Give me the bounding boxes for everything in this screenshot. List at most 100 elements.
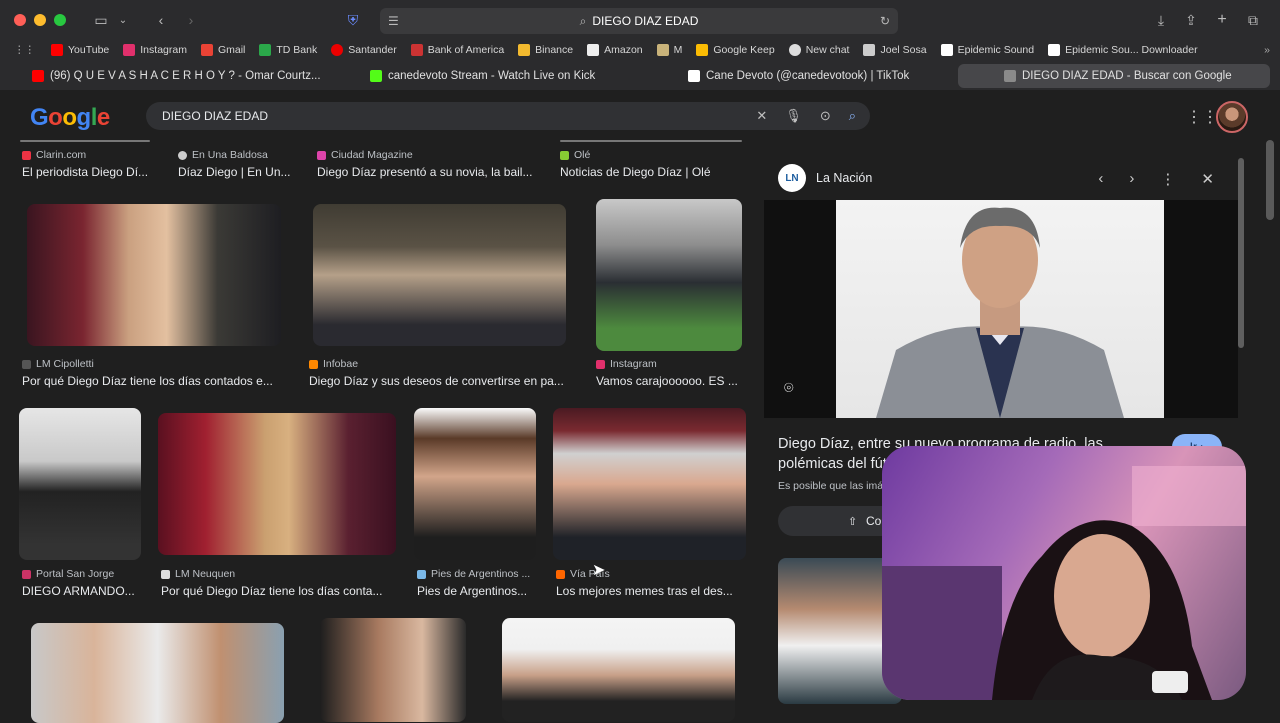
- bookmark-m[interactable]: M: [656, 44, 683, 56]
- result-image[interactable]: [320, 618, 466, 722]
- bookmark-youtube[interactable]: YouTube: [51, 44, 109, 56]
- instagram-icon: [596, 359, 605, 369]
- result-title[interactable]: Diego Díaz presentó a su novia, la bail.…: [317, 165, 547, 179]
- bookmark-gmail[interactable]: Gmail: [200, 44, 245, 56]
- result-title[interactable]: Diego Díaz y sus deseos de convertirse e…: [309, 374, 571, 388]
- search-icon[interactable]: ⌕: [849, 108, 856, 124]
- download-icon[interactable]: ⤓: [1150, 10, 1172, 30]
- result-image[interactable]: [27, 204, 281, 346]
- result-title[interactable]: Díaz Diego | En Un...: [178, 165, 298, 179]
- td-bank-icon: [259, 44, 272, 56]
- result-image[interactable]: [31, 623, 284, 723]
- bookmark-epidemic-downloader[interactable]: Epidemic Sou... Downloader: [1048, 44, 1198, 56]
- bookmark-new-chat[interactable]: New chat: [788, 44, 849, 56]
- chevron-right-icon[interactable]: ›: [1129, 170, 1134, 188]
- chevron-left-icon[interactable]: ‹: [1098, 170, 1103, 188]
- result-source: Portal San Jorge: [22, 568, 114, 580]
- search-input[interactable]: DIEGO DIAZ EDAD ✕ 🎙 ⊙ ⌕: [146, 102, 870, 130]
- result-title[interactable]: Vamos carajoooooo. ES ...: [596, 374, 746, 388]
- bookmark-epidemic-sound[interactable]: Epidemic Sound: [940, 44, 1034, 56]
- bookmark-joel-sosa[interactable]: Joel Sosa: [863, 44, 927, 56]
- google-logo[interactable]: Google: [30, 104, 110, 132]
- result-image[interactable]: [313, 204, 566, 346]
- new-tab-icon[interactable]: +: [1211, 10, 1233, 30]
- share-icon[interactable]: ⇪: [1180, 10, 1202, 30]
- close-icon[interactable]: ✕: [1201, 170, 1214, 188]
- result-image[interactable]: [414, 408, 536, 560]
- tab-kick[interactable]: canedevoto Stream - Watch Live on Kick: [330, 64, 650, 88]
- page-scrollbar[interactable]: [1266, 140, 1274, 220]
- bookmark-td-bank[interactable]: TD Bank: [259, 44, 317, 56]
- result-title[interactable]: Los mejores memes tras el des...: [556, 584, 746, 598]
- close-window-button[interactable]: [14, 14, 26, 26]
- lens-search-icon[interactable]: ⌾: [784, 380, 794, 398]
- panel-scrollbar[interactable]: [1238, 158, 1244, 348]
- via-pais-icon: [556, 569, 565, 579]
- address-bar[interactable]: ☰ ⌕ DIEGO DIAZ EDAD ↻: [380, 8, 898, 34]
- result-image[interactable]: [560, 140, 742, 142]
- bookmark-binance[interactable]: Binance: [518, 44, 573, 56]
- bookmark-label: Binance: [535, 44, 574, 56]
- grid-icon[interactable]: ⋮⋮: [14, 44, 35, 56]
- result-source: Olé: [560, 149, 590, 161]
- reload-icon[interactable]: ↻: [880, 14, 890, 28]
- result-title[interactable]: El periodista Diego Dí...: [22, 165, 162, 179]
- tab-label: DIEGO DIAZ EDAD - Buscar con Google: [1022, 70, 1232, 82]
- result-image[interactable]: [553, 408, 746, 560]
- avatar[interactable]: [1216, 101, 1248, 133]
- result-title[interactable]: Pies de Argentinos...: [417, 584, 537, 598]
- bookmark-instagram[interactable]: Instagram: [123, 44, 187, 56]
- bookmark-google-keep[interactable]: Google Keep: [696, 44, 775, 56]
- lens-icon[interactable]: ⊙: [820, 108, 831, 124]
- portal-icon: [22, 569, 31, 579]
- chevron-down-icon[interactable]: ⌄: [112, 10, 134, 30]
- google-header: Google DIEGO DIAZ EDAD ✕ 🎙 ⊙ ⌕: [0, 90, 1280, 140]
- result-image[interactable]: [158, 413, 396, 555]
- clear-icon[interactable]: ✕: [756, 108, 767, 124]
- reader-icon[interactable]: ☰: [388, 14, 399, 28]
- result-title[interactable]: Noticias de Diego Díaz | Olé: [560, 165, 750, 179]
- result-title[interactable]: Por qué Diego Díaz tiene los días conta.…: [161, 584, 391, 598]
- source-label: Pies de Argentinos ...: [431, 568, 531, 580]
- tab-youtube[interactable]: (96) Q U E V A S H A C E R H O Y ? - Oma…: [0, 64, 330, 88]
- tab-label: (96) Q U E V A S H A C E R H O Y ? - Oma…: [50, 70, 321, 82]
- tiktok-icon: [688, 70, 700, 82]
- amazon-icon: [587, 44, 600, 56]
- result-title[interactable]: Por qué Diego Díaz tiene los días contad…: [22, 374, 282, 388]
- bookmark-label: M: [673, 44, 683, 56]
- sidebar-icon[interactable]: ▭: [90, 10, 112, 30]
- bookmark-santander[interactable]: Santander: [331, 44, 397, 56]
- result-source: Clarin.com: [22, 149, 86, 161]
- result-image[interactable]: [20, 140, 150, 142]
- microphone-icon[interactable]: 🎙: [785, 108, 802, 124]
- result-title[interactable]: DIEGO ARMANDO...: [22, 584, 142, 598]
- la-nacion-logo: LN: [778, 164, 806, 192]
- ciudad-icon: [317, 150, 326, 160]
- baldosa-icon: [178, 150, 187, 160]
- bookmark-label: Instagram: [140, 44, 187, 56]
- result-image[interactable]: [502, 618, 735, 722]
- shield-icon[interactable]: ⛨: [342, 10, 364, 30]
- panel-source[interactable]: La Nación: [816, 171, 872, 185]
- zoom-window-button[interactable]: [54, 14, 66, 26]
- result-image[interactable]: [19, 408, 141, 560]
- bookmark-label: Santander: [348, 44, 397, 56]
- bookmark-amazon[interactable]: Amazon: [587, 44, 643, 56]
- back-icon[interactable]: ‹: [150, 10, 172, 30]
- webcam-overlay: [882, 446, 1246, 700]
- tab-tiktok[interactable]: Cane Devoto (@canedevotook) | TikTok: [650, 64, 958, 88]
- tab-google-search[interactable]: DIEGO DIAZ EDAD - Buscar con Google: [958, 64, 1270, 88]
- bookmark-bank-of-america[interactable]: Bank of America: [410, 44, 504, 56]
- result-source: Infobae: [309, 358, 358, 370]
- more-options-icon[interactable]: ⋮: [1160, 170, 1175, 188]
- chevron-right-icon[interactable]: »: [1264, 44, 1270, 56]
- search-icon: ⌕: [579, 13, 587, 28]
- forward-icon[interactable]: ›: [180, 10, 202, 30]
- source-label: Olé: [574, 149, 591, 161]
- tab-overview-icon[interactable]: ⧉: [1242, 10, 1264, 30]
- preview-image[interactable]: [836, 200, 1164, 418]
- minimize-window-button[interactable]: [34, 14, 46, 26]
- source-label: Clarin.com: [36, 149, 87, 161]
- result-source: LM Neuquen: [161, 568, 235, 580]
- result-image[interactable]: [596, 199, 742, 351]
